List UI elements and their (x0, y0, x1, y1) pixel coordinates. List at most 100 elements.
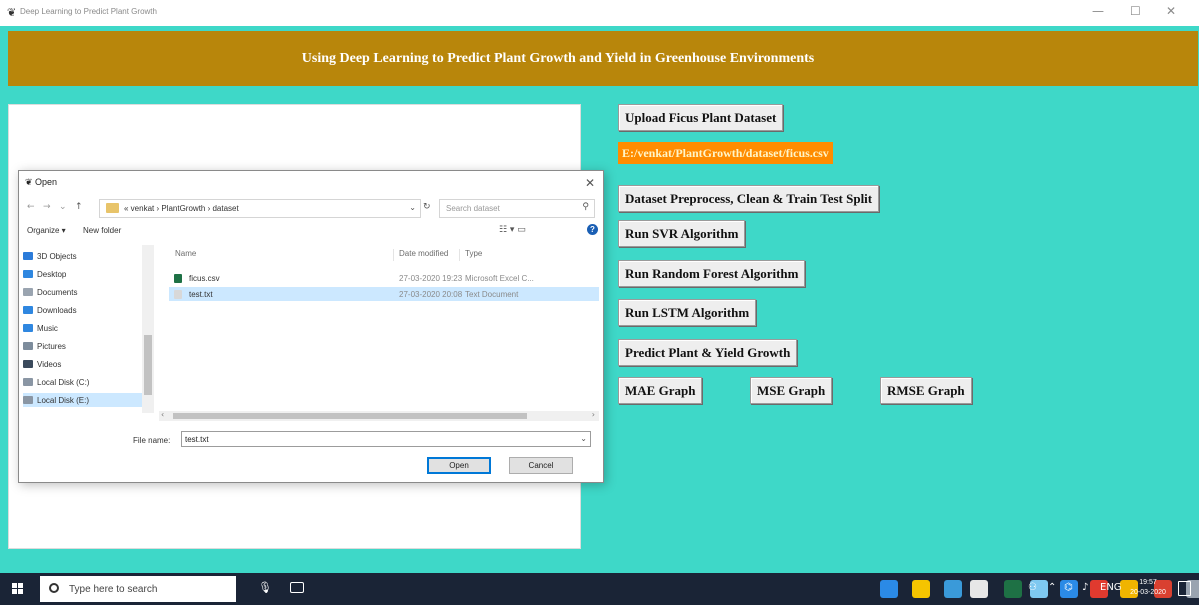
forward-arrow-icon[interactable]: → (43, 202, 51, 212)
file-row[interactable]: test.txt 27-03-2020 20:08 Text Document (169, 287, 599, 301)
excel-icon[interactable] (1004, 580, 1022, 598)
window-titlebar: ❦ Deep Learning to Predict Plant Growth … (0, 0, 1199, 26)
nav-item[interactable]: Pictures (23, 339, 66, 353)
notification-center-icon[interactable] (1178, 581, 1191, 596)
nav-item-label: Desktop (37, 269, 67, 279)
tray-expand-icon[interactable]: ⌃ (1048, 582, 1056, 593)
minimize-button[interactable]: — (1092, 4, 1104, 18)
up-arrow-icon[interactable]: ↑ (75, 202, 83, 212)
maximize-button[interactable]: ☐ (1130, 4, 1141, 18)
nav-item[interactable]: 3D Objects (23, 249, 77, 263)
folder-icon (23, 252, 33, 260)
language-icon[interactable]: ENG (1100, 582, 1122, 593)
store-icon[interactable] (912, 580, 930, 598)
nav-item[interactable]: Videos (23, 357, 61, 371)
run-random-forest-button[interactable]: Run Random Forest Algorithm (618, 260, 806, 287)
mae-graph-button[interactable]: MAE Graph (618, 377, 703, 404)
navigation-pane: 3D Objects Desktop Documents Downloads Music… (19, 243, 159, 413)
column-name[interactable]: Name (175, 249, 196, 258)
network-icon[interactable]: ⌬ (1064, 582, 1073, 593)
refresh-icon[interactable]: ↻ (423, 202, 431, 212)
folder-icon (23, 396, 33, 404)
cortana-icon (49, 583, 59, 593)
taskbar: Type here to search 🎙 ⚇ ⌃ ⌬ ♪ ENG 19:57 … (0, 573, 1199, 605)
folder-icon (23, 306, 33, 314)
open-file-dialog: ❦ Open ✕ ← → ⌄ ↑ « venkat › PlantGrowth … (18, 170, 604, 483)
clock-time: 19:57 (1139, 579, 1157, 586)
file-name-field[interactable]: test.txt ⌄ (181, 431, 591, 447)
file-name: test.txt (189, 290, 213, 299)
run-lstm-button[interactable]: Run LSTM Algorithm (618, 299, 757, 326)
file-date: 27-03-2020 19:23 (399, 274, 463, 283)
windows-start-icon[interactable] (12, 583, 24, 595)
window-title: Deep Learning to Predict Plant Growth (20, 7, 157, 16)
dialog-navbar: ← → ⌄ ↑ « venkat › PlantGrowth › dataset… (19, 197, 603, 219)
explorer-icon[interactable] (944, 580, 962, 598)
column-type[interactable]: Type (465, 249, 482, 258)
address-bar[interactable]: « venkat › PlantGrowth › dataset ⌄ (99, 199, 421, 218)
file-list-hscrollbar[interactable]: ‹ › (159, 410, 599, 421)
search-icon: ⚲ (582, 202, 589, 212)
nav-item-label: Downloads (37, 305, 77, 315)
dataset-path-label: E:/venkat/PlantGrowth/dataset/ficus.csv (618, 142, 833, 164)
folder-icon (23, 360, 33, 368)
folder-icon (23, 342, 33, 350)
organize-menu[interactable]: Organize ▾ (27, 226, 66, 235)
app-feather-icon: ❦ (7, 6, 17, 19)
dialog-toolbar: Organize ▾ New folder ☷ ▾ ▭ ? (19, 221, 603, 241)
search-placeholder: Search dataset (446, 204, 500, 213)
people-icon[interactable]: ⚇ (1028, 582, 1037, 593)
file-type: Microsoft Excel C... (465, 274, 534, 283)
nav-item-label: Videos (37, 359, 62, 369)
folder-icon (106, 203, 119, 213)
file-name: ficus.csv (189, 274, 220, 283)
chevron-down-icon[interactable]: ⌄ (580, 434, 587, 443)
taskbar-search-input[interactable]: Type here to search (40, 576, 236, 602)
clock-date: 20-03-2020 (1130, 589, 1166, 596)
predict-growth-button[interactable]: Predict Plant & Yield Growth (618, 339, 798, 366)
nav-scrollbar[interactable] (142, 245, 154, 413)
file-icon (174, 290, 182, 299)
nav-item[interactable]: Music (23, 321, 58, 335)
task-view-icon[interactable] (290, 582, 304, 593)
help-icon[interactable]: ? (587, 224, 598, 235)
nav-item-label: 3D Objects (37, 251, 77, 261)
file-date: 27-03-2020 20:08 (399, 290, 463, 299)
app4-icon[interactable] (970, 580, 988, 598)
taskbar-clock[interactable]: 19:57 20-03-2020 (1128, 578, 1168, 598)
dialog-close-button[interactable]: ✕ (585, 176, 595, 190)
edge-icon[interactable] (880, 580, 898, 598)
nav-item-label: Local Disk (C:) (37, 377, 90, 387)
new-folder-button[interactable]: New folder (83, 226, 121, 235)
volume-icon[interactable]: ♪ (1082, 582, 1088, 593)
preprocess-button[interactable]: Dataset Preprocess, Clean & Train Test S… (618, 185, 880, 212)
column-date-modified[interactable]: Date modified (399, 249, 448, 258)
recent-dropdown-icon[interactable]: ⌄ (59, 202, 67, 212)
nav-item-label: Local Disk (E:) (37, 395, 90, 405)
microphone-icon[interactable]: 🎙 (258, 581, 272, 594)
mse-graph-button[interactable]: MSE Graph (750, 377, 833, 404)
nav-item[interactable]: Local Disk (C:) (23, 375, 89, 389)
file-name-label: File name: (133, 436, 171, 445)
file-row[interactable]: ficus.csv 27-03-2020 19:23 Microsoft Excel… (169, 271, 599, 285)
nav-item[interactable]: Desktop (23, 267, 66, 281)
chevron-down-icon[interactable]: ⌄ (409, 203, 416, 212)
close-button[interactable]: ✕ (1166, 4, 1176, 18)
dialog-search-input[interactable]: Search dataset ⚲ (439, 199, 595, 218)
dialog-title: ❦ Open (25, 177, 58, 187)
rmse-graph-button[interactable]: RMSE Graph (880, 377, 972, 404)
nav-item[interactable]: Documents (23, 285, 77, 299)
back-arrow-icon[interactable]: ← (27, 202, 35, 212)
file-icon (174, 274, 182, 283)
header-banner: Using Deep Learning to Predict Plant Gro… (8, 31, 1198, 86)
nav-item-label: Documents (37, 287, 78, 297)
breadcrumb[interactable]: « venkat › PlantGrowth › dataset (124, 204, 239, 213)
upload-dataset-button[interactable]: Upload Ficus Plant Dataset (618, 104, 784, 131)
file-list-header: Name Date modified Type (169, 249, 599, 261)
cancel-button[interactable]: Cancel (509, 457, 573, 474)
open-button[interactable]: Open (427, 457, 491, 474)
run-svr-button[interactable]: Run SVR Algorithm (618, 220, 746, 247)
nav-item[interactable]: Downloads (23, 303, 77, 317)
view-options-icon[interactable]: ☷ ▾ ▭ (499, 225, 526, 235)
nav-item[interactable]: Local Disk (E:) (23, 393, 151, 407)
